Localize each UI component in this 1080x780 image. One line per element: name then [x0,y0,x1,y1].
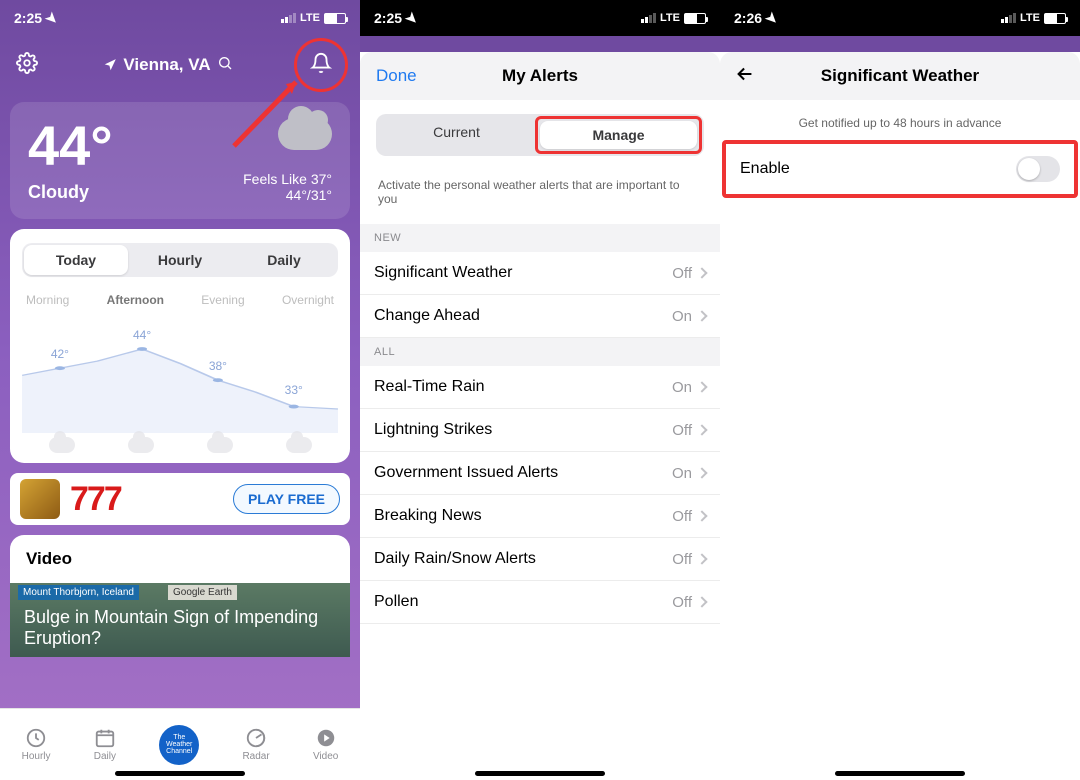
alert-row-change-ahead[interactable]: Change Ahead On [360,295,720,338]
tab-home[interactable]: The Weather Channel [159,725,199,765]
radar-icon [245,727,267,749]
search-icon[interactable] [217,55,233,76]
page-title: My Alerts [502,66,578,86]
clock-icon [25,727,47,749]
forecast-segmented-control: Today Hourly Daily [22,243,338,277]
video-header: Video [10,535,350,583]
alert-row[interactable]: Real-Time RainOn [360,366,720,409]
annotation-highlight: Manage [535,116,702,154]
arrow-left-icon [734,63,756,85]
status-bar: 2:25 ➤ LTE [0,0,360,36]
tab-today[interactable]: Today [24,245,128,275]
video-title: Bulge in Mountain Sign of Impending Erup… [24,607,336,648]
tab-bar: Hourly Daily The Weather Channel Radar V… [0,708,360,780]
enable-label: Enable [740,160,790,178]
high-low: 44°/31° [243,187,332,203]
status-bar: 2:25 ➤ LTE [360,0,720,36]
seg-current[interactable]: Current [378,116,535,154]
daypart-morning[interactable]: Morning [26,293,69,307]
feels-like: Feels Like 37° [243,171,332,187]
chevron-right-icon [696,510,707,521]
page-title: Significant Weather [821,66,979,86]
location-services-icon: ➤ [42,8,62,28]
alert-row[interactable]: Breaking NewsOff [360,495,720,538]
alert-row[interactable]: Daily Rain/Snow AlertsOff [360,538,720,581]
cloud-icon [128,437,154,453]
home-indicator[interactable] [475,771,605,776]
tab-hourly[interactable]: Hourly [128,245,232,275]
signal-icon [1001,13,1016,23]
daypart-overnight[interactable]: Overnight [282,293,334,307]
forecast-card: Today Hourly Daily Morning Afternoon Eve… [10,229,350,463]
seg-manage[interactable]: Manage [540,121,697,149]
chart-label: 42° [51,347,69,361]
battery-icon [324,13,346,24]
chevron-right-icon [696,596,707,607]
home-indicator[interactable] [115,771,245,776]
section-all: ALL [360,338,720,366]
chevron-right-icon [696,553,707,564]
location-arrow-icon [103,58,117,72]
ad-graphic: 777 [70,480,121,519]
tab-video[interactable]: Video [313,727,338,762]
daypart-evening[interactable]: Evening [201,293,244,307]
settings-icon[interactable] [16,52,38,79]
temp-chart: 42° 44° 38° 33° [22,313,338,433]
tab-daily[interactable]: Daily [94,727,116,762]
ad-banner[interactable]: 777 PLAY FREE [10,473,350,525]
signal-icon [641,13,656,23]
cloud-icon [207,437,233,453]
battery-icon [1044,13,1066,24]
alert-row[interactable]: PollenOff [360,581,720,624]
annotation-highlight: Enable [722,140,1078,198]
daypart-afternoon[interactable]: Afternoon [107,293,164,307]
chevron-right-icon [696,310,707,321]
current-temp: 44° [28,118,113,174]
alert-row[interactable]: Lightning StrikesOff [360,409,720,452]
chart-label: 33° [285,383,303,397]
chevron-right-icon [696,381,707,392]
annotation-circle [294,38,348,92]
alerts-description: Activate the personal weather alerts tha… [360,170,720,224]
calendar-icon [94,727,116,749]
tab-radar[interactable]: Radar [242,727,269,762]
phone-home: 2:25 ➤ LTE Vienna, VA 44° Clo [0,0,360,780]
battery-icon [684,13,706,24]
home-indicator[interactable] [835,771,965,776]
alert-row-significant-weather[interactable]: Significant Weather Off [360,252,720,295]
chevron-right-icon [696,424,707,435]
done-button[interactable]: Done [376,66,417,86]
sheet-header: Done My Alerts [360,52,720,100]
play-icon [315,727,337,749]
status-bar: 2:26 ➤ LTE [720,0,1080,36]
tab-hourly[interactable]: Hourly [22,727,51,762]
section-new: NEW [360,224,720,252]
current-condition: Cloudy [28,182,113,203]
signal-icon [281,13,296,23]
enable-toggle[interactable] [1016,156,1060,182]
ad-cta-button[interactable]: PLAY FREE [233,484,340,514]
video-thumbnail[interactable]: Mount Thorbjorn, Iceland Google Earth Bu… [10,583,350,657]
phone-my-alerts: 2:25 ➤ LTE Done My Alerts Current Manage… [360,0,720,780]
back-button[interactable] [734,63,756,90]
chart-label: 38° [209,359,227,373]
cloudy-icon [278,118,332,150]
cloud-icon [49,437,75,453]
video-card: Video Mount Thorbjorn, Iceland Google Ea… [10,535,350,657]
video-tag: Mount Thorbjorn, Iceland [18,585,139,600]
chart-label: 44° [133,328,151,342]
ad-icon [20,479,60,519]
location-selector[interactable]: Vienna, VA [103,55,232,76]
phone-significant-weather: 2:26 ➤ LTE Significant Weather Get notif… [720,0,1080,780]
alert-description: Get notified up to 48 hours in advance [720,100,1080,140]
chevron-right-icon [696,467,707,478]
video-tag: Google Earth [168,585,237,600]
alert-row[interactable]: Government Issued AlertsOn [360,452,720,495]
chevron-right-icon [696,267,707,278]
cloud-icon [286,437,312,453]
current-conditions-card[interactable]: 44° Cloudy Feels Like 37° 44°/31° [10,102,350,219]
tab-daily[interactable]: Daily [232,245,336,275]
sheet-header: Significant Weather [720,52,1080,100]
